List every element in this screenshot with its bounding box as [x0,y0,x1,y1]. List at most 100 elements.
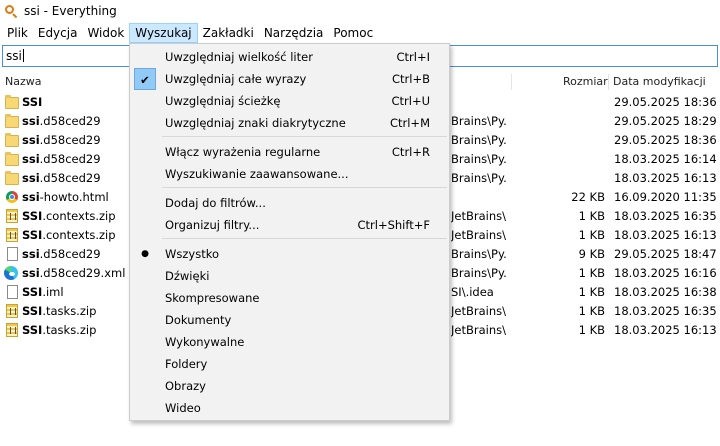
file-size: 1 KB [578,285,605,299]
folder-icon [5,95,19,109]
menu-item-filter-audio[interactable]: Dźwięki [132,265,447,287]
menu-item-label: Organizuj filtry... [165,218,260,232]
file-size [520,169,605,188]
menu-item-add-to-filters[interactable]: Dodaj do filtrów... [132,192,447,214]
menu-item-shortcut: Ctrl+I [396,50,431,64]
file-name-rest: .d58ced29 [39,133,101,147]
file-name-match: SSI [22,323,43,337]
menu-narzedzia[interactable]: Narzędzia [259,23,329,43]
menu-separator [162,187,447,188]
column-divider[interactable] [608,74,609,90]
menu-item-match-whole-words[interactable]: ✔ Uwzględniaj całe wyrazy Ctrl+B [132,68,447,90]
file-name: ssi-howto.html [22,188,132,207]
menu-item-filter-compressed[interactable]: Skompresowane [132,287,447,309]
file-date: 18.03.2025 16:35 [614,209,717,223]
menu-item-filter-folders[interactable]: Foldery [132,353,447,375]
menu-item-label: Wykonywalne [165,335,245,349]
column-header-size[interactable]: Rozmiar [563,72,608,92]
column-header-name[interactable]: Nazwa [5,72,41,92]
search-menu-dropdown: Uwzględniaj wielkość liter Ctrl+I ✔ Uwzględ… [129,43,450,421]
menu-item-label: Dźwięki [165,269,210,283]
menu-item-enable-regex[interactable]: Włącz wyrażenia regularne Ctrl+R [132,141,447,163]
zip-icon [6,304,18,318]
folder-icon [5,171,19,185]
file-name-match: ssi [22,133,40,147]
menu-edycja[interactable]: Edycja [33,23,83,43]
menu-zakladki[interactable]: Zakładki [198,23,259,43]
menu-item-advanced-search[interactable]: Wyszukiwanie zaawansowane... [132,163,447,185]
file-name-match: SSI [22,304,43,318]
file-date: 18.03.2025 16:35 [614,304,717,318]
column-header-date[interactable]: Data modyfikacji [613,72,706,92]
file-size: 1 KB [578,304,605,318]
file-size [520,131,605,150]
radio-bullet-icon: ● [141,249,149,259]
menu-item-organize-filters[interactable]: Organizuj filtry... Ctrl+Shift+F [132,214,447,236]
file-name: SSI.iml [22,283,132,302]
menu-item-label: Foldery [165,357,208,371]
menu-item-label: Uwzględniaj znaki diakrytyczne [165,116,346,130]
menu-item-filter-everything[interactable]: ● Wszystko [132,243,447,265]
file-date: 29.05.2025 18:47 [614,247,717,261]
menu-item-shortcut: Ctrl+Shift+F [357,218,431,232]
file-path: Brains\Py... [451,171,506,185]
menu-item-label: Włącz wyrażenia regularne [165,145,321,159]
file-name: SSI.contexts.zip [22,207,132,226]
file-name: ssi.d58ced29 [22,112,132,131]
file-name-match: ssi [22,247,40,261]
file-size: 1 KB [578,266,605,280]
menu-bar: Plik Edycja Widok Wyszukaj Zakładki Narz… [0,22,720,44]
menu-item-label: Wszystko [165,247,219,261]
menu-item-label: Dokumenty [165,313,232,327]
menu-separator [162,136,447,137]
file-size: 1 KB [578,228,605,242]
file-name-match: ssi [22,190,40,204]
menu-item-filter-documents[interactable]: Dokumenty [132,309,447,331]
file-name-rest: .d58ced29.xml [39,266,126,280]
menu-widok[interactable]: Widok [82,23,129,43]
file-path [451,93,506,112]
file-date: 29.05.2025 18:36 [614,95,717,109]
file-name: ssi.d58ced29 [22,150,132,169]
menu-item-match-path[interactable]: Uwzględniaj ścieżkę Ctrl+U [132,90,447,112]
file-path: JetBrains\... [451,304,506,318]
file-path: Brains\Py... [451,266,506,280]
menu-item-filter-video[interactable]: Wideo [132,397,447,419]
file-name: SSI.tasks.zip [22,321,132,340]
file-name-rest: .tasks.zip [42,304,97,318]
file-date: 18.03.2025 16:13 [614,323,717,337]
file-name: ssi.d58ced29.xml [22,264,132,283]
menu-wyszukaj[interactable]: Wyszukaj [129,23,198,43]
edge-xml-icon [4,266,18,280]
file-size [520,112,605,131]
file-path [451,188,506,207]
column-divider[interactable] [511,74,512,90]
file-name-match: SSI [22,209,43,223]
file-path: Brains\Py... [451,247,506,261]
file-date: 29.05.2025 18:36 [614,133,717,147]
file-name-match: ssi [22,171,40,185]
file-name-rest: .d58ced29 [39,171,101,185]
file-name-rest: .contexts.zip [42,209,116,223]
file-icon [7,285,18,299]
menu-item-filter-pictures[interactable]: Obrazy [132,375,447,397]
window-title: ssi - Everything [24,4,117,18]
menu-item-shortcut: Ctrl+B [392,72,430,86]
menu-item-filter-executables[interactable]: Wykonywalne [132,331,447,353]
menu-item-label: Wideo [165,401,201,415]
file-size [520,93,605,112]
file-name-rest: .d58ced29 [39,114,101,128]
menu-item-match-diacritics[interactable]: Uwzględniaj znaki diakrytyczne Ctrl+M [132,112,447,134]
file-path: JetBrains\... [451,323,506,337]
menu-pomoc[interactable]: Pomoc [328,23,378,43]
menu-plik[interactable]: Plik [2,23,33,43]
file-size: 9 KB [578,247,605,261]
folder-icon [5,133,19,147]
file-name: ssi.d58ced29 [22,245,132,264]
file-date: 18.03.2025 16:13 [614,171,717,185]
file-date: 18.03.2025 16:16 [614,266,717,280]
file-date: 18.03.2025 16:38 [614,285,717,299]
menu-item-label: Skompresowane [165,291,260,305]
file-name: SSI.contexts.zip [22,226,132,245]
menu-item-match-case[interactable]: Uwzględniaj wielkość liter Ctrl+I [132,46,447,68]
